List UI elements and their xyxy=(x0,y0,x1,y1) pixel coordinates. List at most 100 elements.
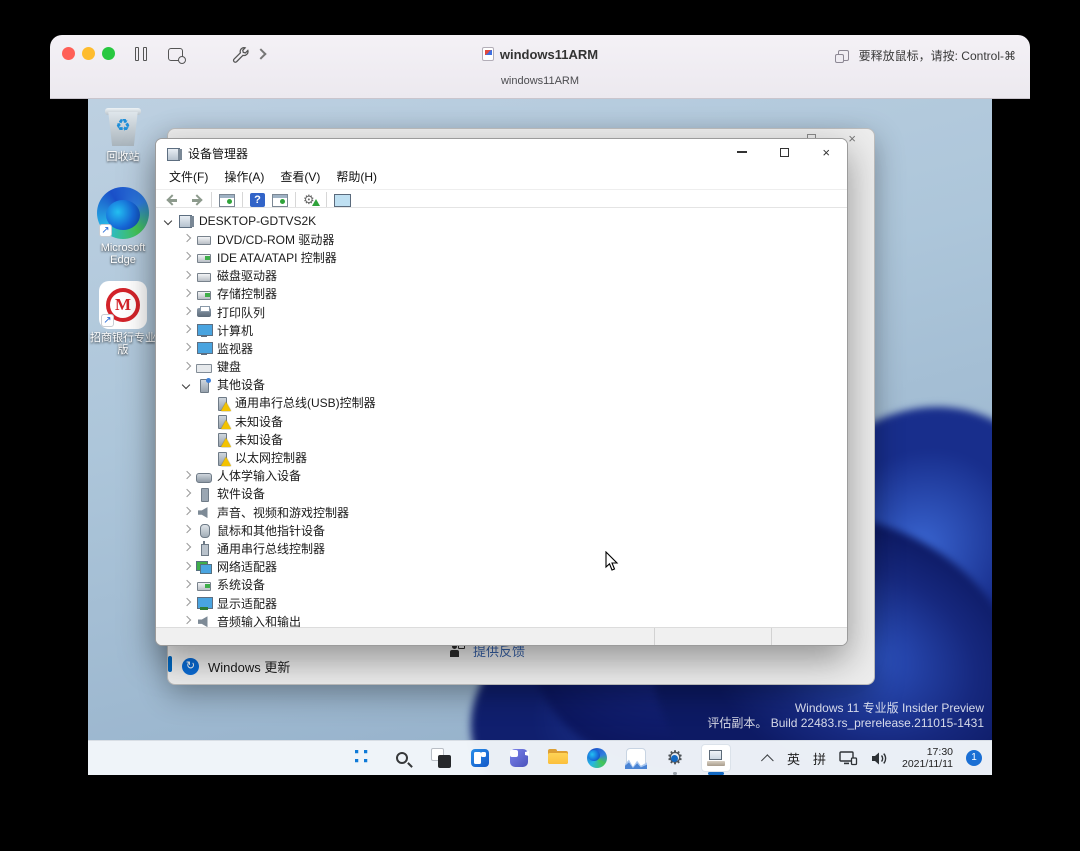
tree-item-dvd-cdrom-drives[interactable]: DVD/CD-ROM 驱动器 xyxy=(156,230,847,248)
unknown-device-icon xyxy=(214,396,231,411)
vm-tab-label[interactable]: windows11ARM xyxy=(50,75,1030,87)
search-button[interactable] xyxy=(389,745,415,771)
clock[interactable]: 17:30 2021/11/11 xyxy=(902,746,953,770)
tree-chevron[interactable] xyxy=(180,505,194,519)
tree-item-print-queues[interactable]: 打印队列 xyxy=(156,303,847,321)
keyboard-icon xyxy=(196,360,212,374)
monitor-icon[interactable] xyxy=(334,193,351,209)
cmb-bank-shortcut[interactable]: M ↗ 招商银行专业版 xyxy=(90,281,156,356)
settings-button[interactable]: ⚙ xyxy=(662,745,688,775)
ime-english-indicator[interactable]: 英 xyxy=(787,749,800,768)
hid-icon xyxy=(196,469,212,483)
menu-help[interactable]: 帮助(H) xyxy=(336,168,377,185)
tree-chevron[interactable] xyxy=(180,614,194,627)
search-icon xyxy=(396,752,408,764)
back-button[interactable] xyxy=(165,194,181,206)
menu-file[interactable]: 文件(F) xyxy=(169,168,208,185)
device-manager-taskbar-button[interactable] xyxy=(701,744,731,775)
tree-item-usb-controller-unknown[interactable]: 通用串行总线(USB)控制器 xyxy=(156,394,847,412)
tree-item-disk-drives[interactable]: 磁盘驱动器 xyxy=(156,267,847,285)
device-manager-window[interactable]: 设备管理器 × 文件(F) 操作(A) 查看(V) 帮助(H) ? ⚙ DESK… xyxy=(155,138,848,646)
chat-button[interactable] xyxy=(506,745,532,771)
settings-close-button[interactable]: × xyxy=(848,131,856,146)
start-icon xyxy=(354,749,372,767)
tree-chevron[interactable] xyxy=(180,323,194,337)
tree-item-ethernet-controller[interactable]: 以太网控制器 xyxy=(156,448,847,466)
device-manager-titlebar[interactable]: 设备管理器 × xyxy=(156,139,847,165)
tree-item-network-adapters[interactable]: 网络适配器 xyxy=(156,558,847,576)
network-icon[interactable] xyxy=(839,750,858,766)
notification-badge[interactable]: 1 xyxy=(966,750,982,766)
tree-chevron[interactable] xyxy=(180,523,194,537)
tree-chevron[interactable] xyxy=(180,541,194,555)
file-explorer-button[interactable] xyxy=(545,745,571,771)
tray-date: 2021/11/11 xyxy=(902,758,953,770)
menu-action[interactable]: 操作(A) xyxy=(224,168,264,185)
forward-button[interactable] xyxy=(188,194,204,206)
tree-item-display-adapters[interactable]: 显示适配器 xyxy=(156,594,847,612)
tree-chevron[interactable] xyxy=(180,469,194,483)
cmb-icon: M ↗ xyxy=(99,281,147,329)
tree-item-unknown-device-2[interactable]: 未知设备 xyxy=(156,430,847,448)
minimize-button[interactable] xyxy=(721,139,763,165)
release-hint-text: 要释放鼠标，请按: Control-⌘ xyxy=(858,49,1016,63)
console-window-icon[interactable] xyxy=(219,193,235,207)
recycle-bin-shortcut[interactable]: ♻ 回收站 xyxy=(90,104,156,163)
task-manager-button[interactable] xyxy=(623,745,649,771)
tree-chevron[interactable] xyxy=(180,487,194,501)
menu-view[interactable]: 查看(V) xyxy=(280,168,320,185)
tree-chevron[interactable] xyxy=(180,287,194,301)
tree-chevron[interactable] xyxy=(180,305,194,319)
tree-chevron[interactable] xyxy=(180,578,194,592)
tree-chevron[interactable] xyxy=(198,432,212,446)
tree-chevron[interactable] xyxy=(180,269,194,283)
tree-chevron[interactable] xyxy=(180,560,194,574)
device-manager-icon xyxy=(707,750,725,766)
tree-item-system-devices[interactable]: 系统设备 xyxy=(156,576,847,594)
edge-shortcut[interactable]: ↗ Microsoft Edge xyxy=(90,187,156,266)
shortcut-arrow-icon: ↗ xyxy=(101,314,114,327)
tree-item-keyboards[interactable]: 键盘 xyxy=(156,358,847,376)
tree-item-other-devices[interactable]: 其他设备 xyxy=(156,376,847,394)
tree-chevron[interactable] xyxy=(180,378,194,392)
disk-drive-icon xyxy=(196,269,212,283)
tree-item-computer[interactable]: 计算机 xyxy=(156,321,847,339)
tree-item-hid-devices[interactable]: 人体学输入设备 xyxy=(156,467,847,485)
display-copy-icon[interactable] xyxy=(834,50,849,63)
tree-item-mice-pointing[interactable]: 鼠标和其他指针设备 xyxy=(156,521,847,539)
tree-item-monitors[interactable]: 监视器 xyxy=(156,339,847,357)
tree-chevron[interactable] xyxy=(180,250,194,264)
tree-item-sound-video-game[interactable]: 声音、视频和游戏控制器 xyxy=(156,503,847,521)
widgets-icon xyxy=(471,749,489,767)
tree-item-ide-ata-atapi[interactable]: IDE ATA/ATAPI 控制器 xyxy=(156,248,847,266)
tree-chevron[interactable] xyxy=(162,214,176,228)
tree-item-usb-controllers[interactable]: 通用串行总线控制器 xyxy=(156,539,847,557)
tree-item-unknown-device-1[interactable]: 未知设备 xyxy=(156,412,847,430)
tree-item-storage-controllers[interactable]: 存储控制器 xyxy=(156,285,847,303)
maximize-button[interactable] xyxy=(763,139,805,165)
tree-chevron[interactable] xyxy=(198,451,212,465)
tree-chevron[interactable] xyxy=(180,596,194,610)
tree-chevron[interactable] xyxy=(198,396,212,410)
tree-item-software-devices[interactable]: 软件设备 xyxy=(156,485,847,503)
task-view-button[interactable] xyxy=(428,745,454,771)
scan-hardware-icon[interactable]: ⚙ xyxy=(303,193,320,207)
tree-item-audio-inputs-outputs[interactable]: 音频输入和输出 xyxy=(156,612,847,627)
edge-taskbar-button[interactable] xyxy=(584,745,610,771)
tree-item-desktop-gdtvs2k[interactable]: DESKTOP-GDTVS2K xyxy=(156,212,847,230)
ime-pinyin-indicator[interactable]: 拼 xyxy=(813,749,826,768)
volume-icon[interactable] xyxy=(871,751,889,766)
hidden-icons-chevron[interactable] xyxy=(760,753,774,767)
windows-update-icon: ↻ xyxy=(182,658,199,675)
start-button[interactable] xyxy=(350,745,376,771)
tree-chevron[interactable] xyxy=(180,360,194,374)
ide-controller-icon xyxy=(196,250,212,264)
help-icon[interactable]: ? xyxy=(250,193,265,207)
close-button[interactable]: × xyxy=(805,139,847,165)
widgets-button[interactable] xyxy=(467,745,493,771)
tree-chevron[interactable] xyxy=(180,232,194,246)
show-window-icon[interactable] xyxy=(272,193,288,207)
tree-chevron[interactable] xyxy=(180,341,194,355)
tree-chevron[interactable] xyxy=(198,414,212,428)
sidebar-item-windows-update[interactable]: ↻ Windows 更新 xyxy=(182,657,290,676)
